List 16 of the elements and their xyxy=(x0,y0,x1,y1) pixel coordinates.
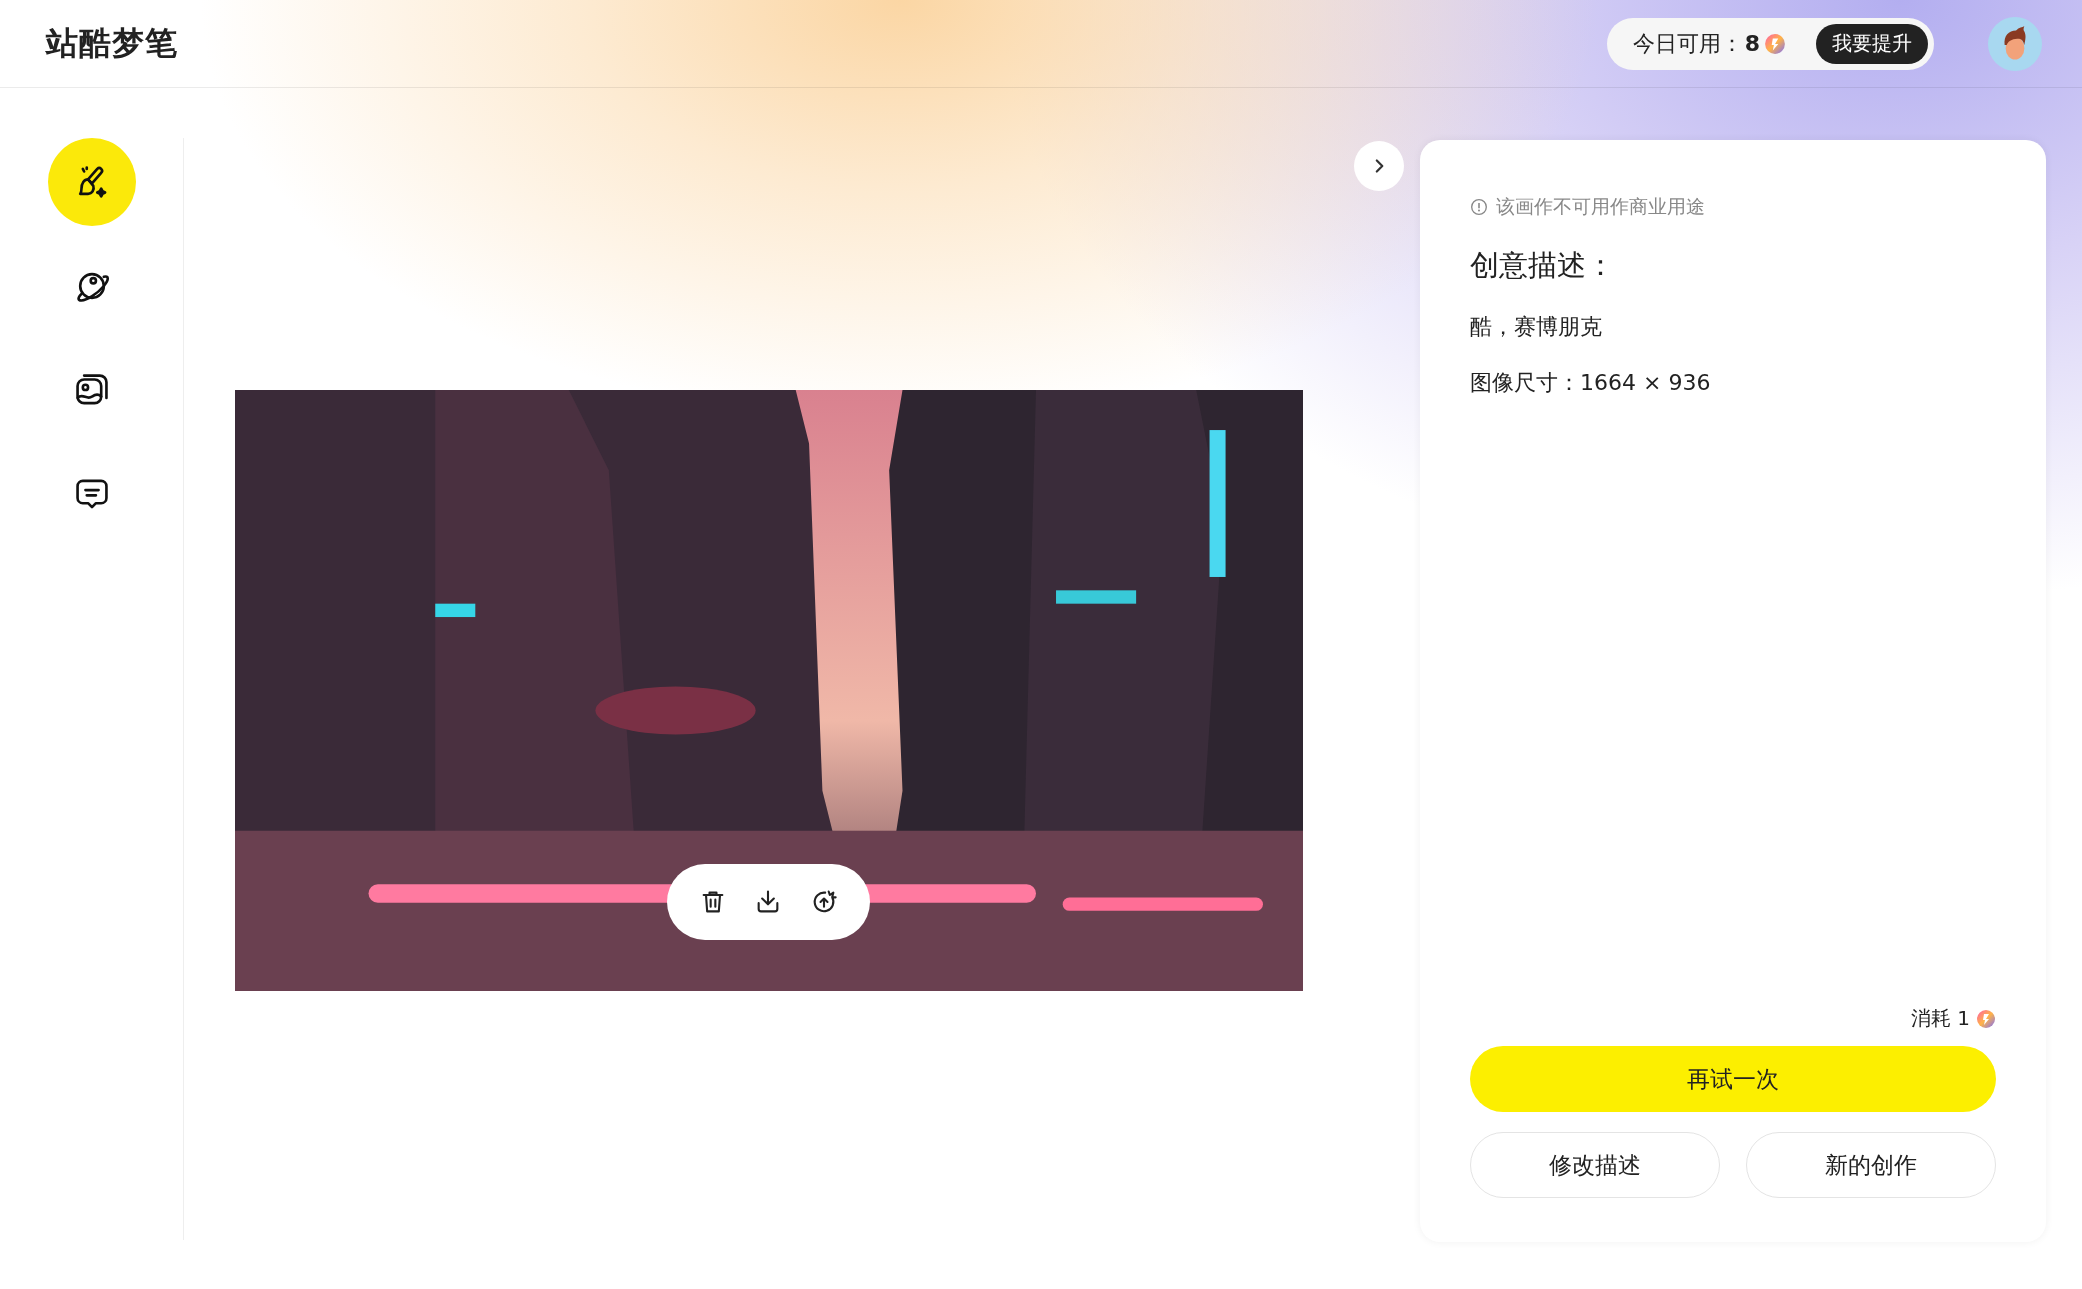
quota-count: 8 xyxy=(1744,31,1760,56)
notice-text: 该画作不可用作商业用途 xyxy=(1496,194,1705,219)
quota-label: 今日可用： xyxy=(1632,29,1743,58)
action-button[interactable]: 修改描述 xyxy=(1470,1132,1720,1198)
cost-text: 消耗 1 xyxy=(1910,1005,1970,1032)
retry-button[interactable]: 再试一次 xyxy=(1470,1046,1996,1112)
image-size-text: 图像尺寸：1664 × 936 xyxy=(1470,369,1712,397)
logo[interactable]: 站酷梦笔 xyxy=(46,21,178,66)
action-button[interactable]: 新的创作 xyxy=(1746,1132,1996,1198)
coin-icon xyxy=(1976,1008,1996,1029)
prompt-text: 酷，赛博朋克 xyxy=(1470,313,1603,341)
section-title: 创意描述： xyxy=(1470,247,1616,284)
avatar-icon[interactable] xyxy=(1988,16,2042,71)
warning-icon xyxy=(1470,198,1488,216)
upgrade-button[interactable]: 我要提升 xyxy=(1816,23,1928,64)
coin-icon xyxy=(1764,32,1786,55)
